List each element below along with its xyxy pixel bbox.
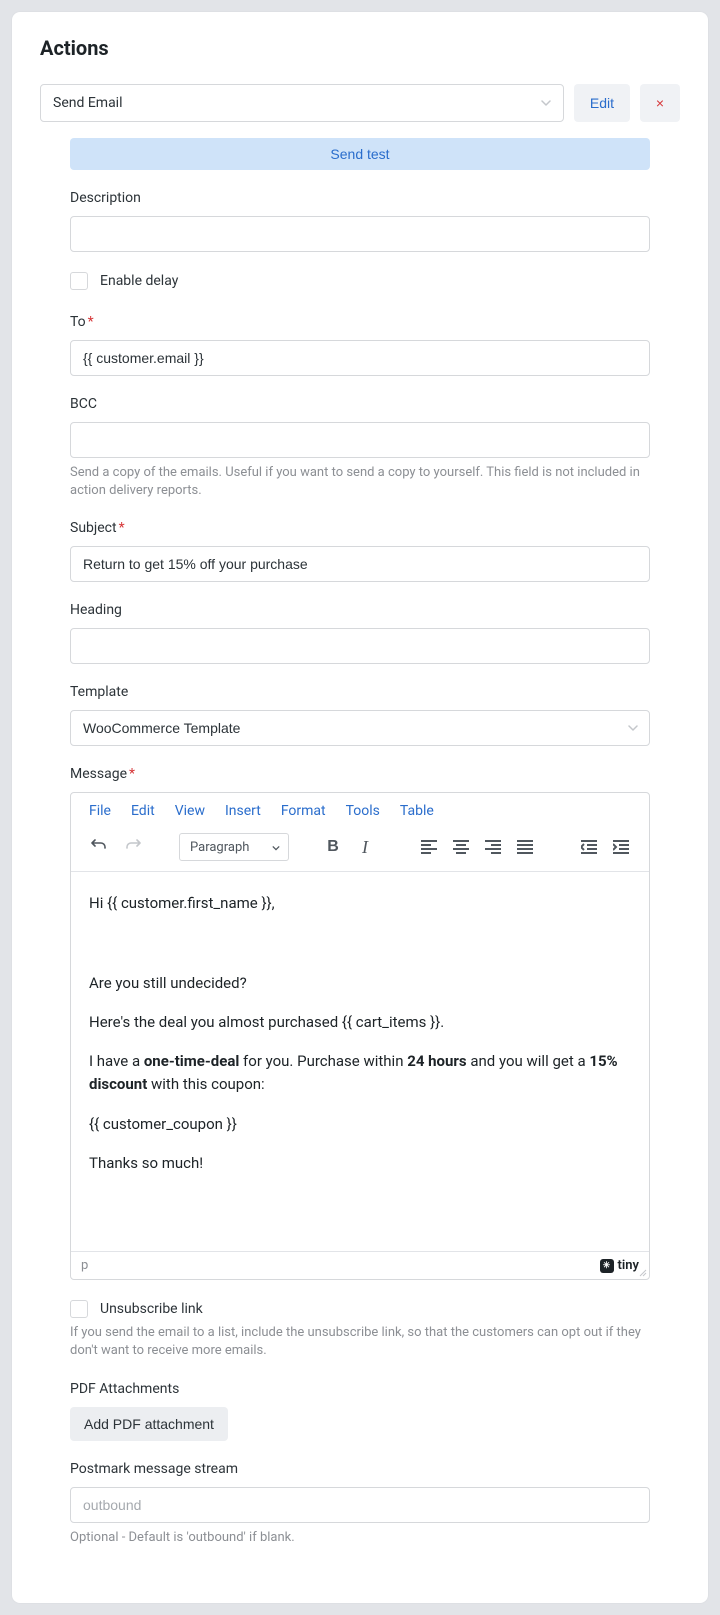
bold-button[interactable]: B (319, 833, 347, 861)
template-field: Template (70, 684, 650, 746)
to-input[interactable] (70, 340, 650, 376)
pdf-label: PDF Attachments (70, 1381, 650, 1397)
pdf-field: PDF Attachments Add PDF attachment (70, 1381, 650, 1441)
editor-content[interactable]: Hi {{ customer.first_name }}, Are you st… (71, 872, 649, 1251)
align-center-button[interactable] (447, 833, 475, 861)
redo-icon (125, 839, 141, 855)
editor-statusbar: p ✳ tiny (71, 1251, 649, 1279)
postmark-label: Postmark message stream (70, 1461, 650, 1477)
add-pdf-button[interactable]: Add PDF attachment (70, 1407, 228, 1441)
editor-line: I have a one-time-deal for you. Purchase… (89, 1050, 631, 1097)
menu-insert[interactable]: Insert (225, 803, 261, 819)
template-select[interactable] (70, 710, 650, 746)
template-label: Template (70, 684, 650, 700)
edit-button[interactable]: Edit (574, 84, 630, 122)
message-field: Message* File Edit View Insert Format To… (70, 766, 650, 1280)
redo-button[interactable] (119, 833, 147, 861)
enable-delay-label: Enable delay (100, 273, 178, 289)
menu-edit[interactable]: Edit (131, 803, 155, 819)
bcc-input[interactable] (70, 422, 650, 458)
menu-table[interactable]: Table (400, 803, 434, 819)
editor-line: Thanks so much! (89, 1152, 631, 1175)
unsubscribe-checkbox[interactable] (70, 1300, 88, 1318)
resize-handle-icon[interactable] (637, 1267, 647, 1277)
action-type-value: Send Email (53, 95, 123, 111)
editor-line: Here's the deal you almost purchased {{ … (89, 1011, 631, 1034)
align-left-button[interactable] (415, 833, 443, 861)
postmark-input[interactable] (70, 1487, 650, 1523)
enable-delay-checkbox[interactable] (70, 272, 88, 290)
align-left-icon (421, 840, 437, 854)
form-body: Description Enable delay To* BCC Send a … (40, 170, 680, 1563)
bcc-label: BCC (70, 396, 650, 412)
chevron-down-icon (541, 98, 551, 108)
outdent-icon (581, 840, 597, 854)
menu-format[interactable]: Format (281, 803, 326, 819)
heading-field: Heading (70, 602, 650, 664)
to-label: To* (70, 314, 650, 330)
bcc-help: Send a copy of the emails. Useful if you… (70, 464, 650, 500)
align-center-icon (453, 840, 469, 854)
tiny-branding: ✳ tiny (600, 1258, 639, 1273)
rich-text-editor: File Edit View Insert Format Tools Table (70, 792, 650, 1280)
to-field: To* (70, 314, 650, 376)
align-justify-icon (517, 840, 533, 854)
action-header-row: Send Email Edit × (40, 84, 680, 122)
indent-button[interactable] (607, 833, 635, 861)
action-type-select[interactable]: Send Email (40, 84, 564, 122)
description-label: Description (70, 190, 650, 206)
unsubscribe-row: Unsubscribe link (70, 1300, 650, 1318)
postmark-help: Optional - Default is 'outbound' if blan… (70, 1529, 650, 1547)
enable-delay-row: Enable delay (70, 272, 650, 290)
close-button[interactable]: × (640, 84, 680, 122)
heading-input[interactable] (70, 628, 650, 664)
page-title: Actions (40, 36, 680, 60)
italic-button[interactable]: I (351, 833, 379, 861)
message-label: Message* (70, 766, 650, 782)
editor-line: {{ customer_coupon }} (89, 1113, 631, 1136)
menu-file[interactable]: File (89, 803, 111, 819)
tiny-badge-icon: ✳ (600, 1259, 614, 1273)
editor-path: p (81, 1258, 88, 1273)
actions-panel: Actions Send Email Edit × Send test Desc… (12, 12, 708, 1603)
unsubscribe-help: If you send the email to a list, include… (70, 1324, 650, 1360)
send-test-button[interactable]: Send test (70, 138, 650, 170)
heading-label: Heading (70, 602, 650, 618)
menu-view[interactable]: View (175, 803, 205, 819)
align-right-icon (485, 840, 501, 854)
description-field: Description (70, 190, 650, 252)
editor-line: Are you still undecided? (89, 972, 631, 995)
align-justify-button[interactable] (511, 833, 539, 861)
align-right-button[interactable] (479, 833, 507, 861)
indent-icon (613, 840, 629, 854)
format-select[interactable]: Paragraph (179, 833, 289, 861)
description-input[interactable] (70, 216, 650, 252)
bcc-field: BCC Send a copy of the emails. Useful if… (70, 396, 650, 500)
editor-toolbar: Paragraph B I (71, 827, 649, 872)
subject-label: Subject* (70, 520, 650, 536)
unsubscribe-label: Unsubscribe link (100, 1301, 203, 1317)
subject-input[interactable] (70, 546, 650, 582)
chevron-down-icon (272, 844, 280, 852)
undo-icon (91, 839, 107, 855)
subject-field: Subject* (70, 520, 650, 582)
editor-menubar: File Edit View Insert Format Tools Table (71, 793, 649, 827)
undo-button[interactable] (85, 833, 113, 861)
editor-line: Hi {{ customer.first_name }}, (89, 892, 631, 915)
postmark-field: Postmark message stream Optional - Defau… (70, 1461, 650, 1547)
menu-tools[interactable]: Tools (346, 803, 380, 819)
outdent-button[interactable] (575, 833, 603, 861)
